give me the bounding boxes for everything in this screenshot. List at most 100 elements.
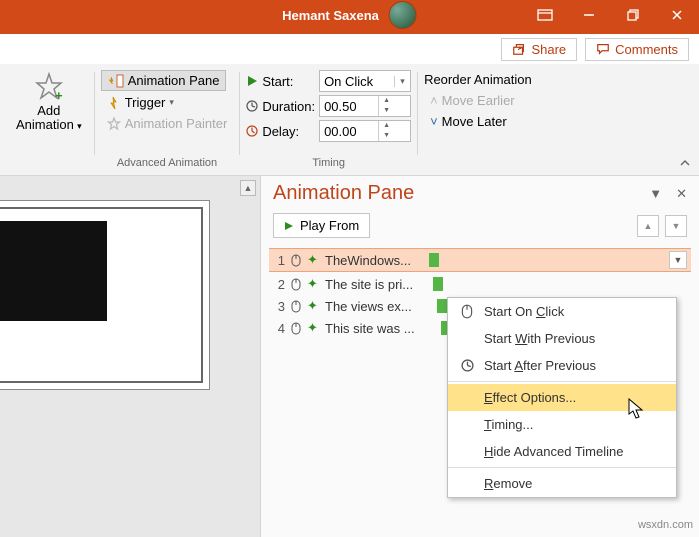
comments-button[interactable]: Comments [585,38,689,61]
animation-pane-options-button[interactable]: ▼ [649,186,662,202]
reorder-group: Reorder Animation ˄ Move Earlier ˅ Move … [418,70,544,173]
mouse-click-icon [289,300,303,313]
animation-track-1[interactable]: 1 ✦ TheWindows... ▼ [269,248,691,272]
user-name: Hemant Saxena [282,8,379,23]
move-up-button[interactable]: ▲ [637,215,659,237]
mouse-click-icon [289,322,303,335]
share-button[interactable]: Share [501,38,577,61]
track-number: 1 [273,253,285,268]
clock-icon [458,359,476,372]
delay-value: 00.00 [320,124,378,139]
mouse-cursor-icon [628,398,646,423]
timeline-bar [429,253,439,267]
track-number: 2 [273,277,285,292]
menu-start-with-previous[interactable]: Start With Previous [448,325,676,352]
play-from-button[interactable]: Play From [273,213,370,238]
title-center: Hemant Saxena [282,1,417,29]
track-number: 3 [273,299,285,314]
add-animation-button[interactable]: + Add Animation ▾ [10,70,88,135]
entrance-effect-icon: ✦ [307,320,321,336]
animation-pane-icon [108,74,124,88]
move-later-label: Move Later [442,114,507,129]
track-label: TheWindows... [325,253,425,268]
animation-track-2[interactable]: 2 ✦ The site is pri... [269,274,691,294]
move-earlier-label: Move Earlier [442,93,515,108]
menu-start-after-previous[interactable]: Start After Previous [448,352,676,379]
timing-group: Start: On Click ▾ Duration: 00.50 ▲▼ Del… [240,70,417,173]
track-number: 4 [273,321,285,336]
reorder-heading: Reorder Animation [424,70,538,89]
entrance-effect-icon: ✦ [307,252,321,268]
menu-label: Start After Previous [484,358,596,373]
chevron-up-icon: ˄ [430,93,438,108]
move-later-button[interactable]: ˅ Move Later [424,112,513,131]
track-label: The site is pri... [325,277,425,292]
track-dropdown-button[interactable]: ▼ [669,251,687,269]
animation-painter-label: Animation Painter [125,116,228,131]
watermark-text: wsxdn.com [638,519,693,531]
advanced-animation-group-label: Advanced Animation [95,157,240,169]
scroll-up-button[interactable]: ▲ [240,180,256,196]
slide-editor-area[interactable]: ▲ , a [0,176,260,537]
duration-label: Duration: [246,99,315,114]
delay-spinbox[interactable]: 00.00 ▲▼ [319,120,411,142]
animation-pane-button[interactable]: Animation Pane [101,70,227,91]
duration-spinbox[interactable]: 00.50 ▲▼ [319,95,411,117]
start-value: On Click [320,74,394,89]
reorder-label: Reorder Animation [424,72,532,87]
menu-start-on-click[interactable]: Start On Click [448,298,676,325]
menu-remove[interactable]: Remove [448,470,676,497]
minimize-button[interactable] [567,0,611,30]
menu-label: Start On Click [484,304,564,319]
delay-spinner[interactable]: ▲▼ [378,121,394,141]
duration-spinner[interactable]: ▲▼ [378,96,394,116]
share-icon [512,42,526,56]
animation-pane-close-button[interactable]: ✕ [676,186,687,202]
start-dropdown[interactable]: On Click ▾ [319,70,411,92]
ribbon-collapse-button[interactable] [677,155,693,171]
entrance-effect-icon: ✦ [307,298,321,314]
menu-label: Effect Options... [484,390,576,405]
start-play-icon [246,75,258,87]
animation-painter-icon [107,117,121,131]
menu-label: Timing... [484,417,533,432]
share-row: Share Comments [0,30,699,64]
comments-label: Comments [615,42,678,57]
ribbon-display-options-button[interactable] [523,0,567,30]
animation-pane-title: Animation Pane [273,182,414,205]
menu-label: Hide Advanced Timeline [484,444,623,459]
menu-label: Start With Previous [484,331,595,346]
title-bar: Hemant Saxena [0,0,699,30]
avatar[interactable] [389,1,417,29]
add-animation-icon: + [34,72,64,102]
mouse-click-icon [289,254,303,267]
delay-clock-icon [246,125,258,137]
maximize-button[interactable] [611,0,655,30]
svg-text:+: + [55,88,63,102]
close-button[interactable] [655,0,699,30]
delay-label: Delay: [246,124,315,139]
entrance-effect-icon: ✦ [307,276,321,292]
play-icon [284,221,294,231]
add-animation-group: + Add Animation ▾ [4,70,94,173]
duration-value: 00.50 [320,99,378,114]
move-earlier-button[interactable]: ˄ Move Earlier [424,91,521,110]
trigger-button[interactable]: Trigger ▾ [101,93,180,112]
window-buttons [523,0,699,30]
trigger-label: Trigger [125,95,166,110]
track-label: The views ex... [325,299,425,314]
chevron-down-icon: ˅ [430,114,438,129]
start-label: Start: [246,74,315,89]
add-animation-label: Add Animation ▾ [16,104,82,133]
move-down-button[interactable]: ▼ [665,215,687,237]
animation-pane-toolbar: Play From ▲ ▼ [261,209,699,246]
slide-thumbnail[interactable] [0,200,210,390]
play-from-label: Play From [300,218,359,233]
mouse-click-icon [458,304,476,319]
menu-label: Remove [484,476,532,491]
slide-image-placeholder [0,221,107,321]
timeline-bar [437,299,447,313]
animation-pane-ribbon-label: Animation Pane [128,73,220,88]
menu-hide-advanced-timeline[interactable]: Hide Advanced Timeline [448,438,676,465]
animation-painter-button[interactable]: Animation Painter [101,114,234,133]
